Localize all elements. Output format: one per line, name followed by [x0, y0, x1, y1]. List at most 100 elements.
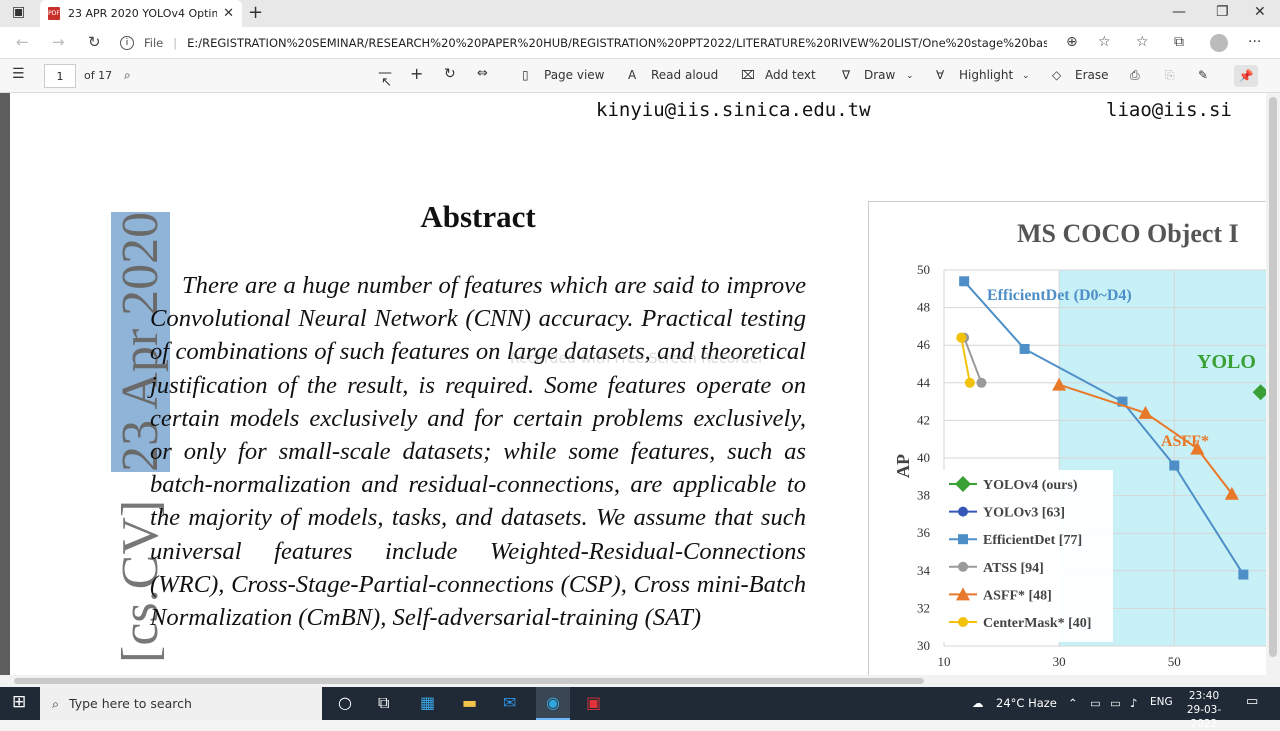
data-point — [956, 332, 967, 343]
minimize-icon[interactable]: — — [1172, 4, 1186, 20]
pin-toolbar-icon[interactable]: 📌 — [1234, 65, 1258, 87]
save-icon[interactable]: ⎘ — [1165, 68, 1175, 83]
ap-chart: MS COCO Object I AP 30 32 34 36 38 40 42 44 46 48 50… — [893, 219, 1266, 669]
highlight-button[interactable]: Highlight — [959, 68, 1013, 82]
tray-chevron-up-icon[interactable]: ⌃ — [1068, 696, 1078, 710]
windows-start-icon[interactable]: ⊞ — [12, 692, 26, 712]
page-number-input[interactable]: 1 — [44, 64, 76, 88]
draw-button[interactable]: Draw — [864, 68, 895, 82]
chart-title: MS COCO Object I — [1017, 219, 1239, 248]
draw-icon: ∇ — [842, 68, 851, 82]
volume-icon[interactable]: ♪ — [1130, 696, 1137, 710]
url-separator: | — [173, 36, 178, 50]
mail-icon[interactable]: ✉ — [503, 693, 516, 712]
back-icon[interactable]: ← — [16, 33, 29, 51]
favorites-icon[interactable]: ☆ — [1136, 34, 1149, 50]
url-field[interactable]: i File | E:/REGISTRATION%20SEMINAR/RESEA… — [120, 31, 1120, 55]
taskbar-search[interactable]: ⌕ Type here to search — [40, 687, 322, 720]
data-point — [976, 377, 987, 388]
coco-figure: MS COCO Object I AP 30 32 34 36 38 40 42 44 46 48 50… — [868, 201, 1266, 675]
horizontal-scroll-thumb[interactable] — [14, 678, 924, 684]
data-point — [964, 377, 975, 388]
page-view-button[interactable]: Page view — [544, 68, 605, 82]
favorite-add-icon[interactable]: ☆ — [1098, 34, 1111, 50]
network-icon[interactable]: ▭ — [1090, 696, 1101, 710]
zoom-in-icon[interactable]: + — [410, 64, 423, 83]
pdf-toolbar: ☰ 1 of 17 ⌕ — + ↻ ⇔ ▯ Page view A Read a… — [0, 59, 1280, 93]
save-as-icon[interactable]: ✎ — [1198, 68, 1208, 82]
data-point — [958, 561, 968, 572]
print-icon[interactable]: ⎙ — [1130, 68, 1140, 83]
collections-icon[interactable]: ⧉ — [1174, 34, 1184, 50]
more-icon[interactable]: ··· — [1248, 34, 1261, 50]
battery-icon[interactable]: ▭ — [1110, 696, 1121, 710]
info-icon[interactable]: i — [120, 36, 134, 50]
contents-icon[interactable]: ☰ — [12, 66, 25, 82]
add-text-button[interactable]: Add text — [765, 68, 816, 82]
pdf-icon: PDF — [48, 7, 60, 20]
chart-annotation: YOLO — [1197, 351, 1256, 373]
data-point — [959, 276, 970, 287]
erase-button[interactable]: Erase — [1075, 68, 1109, 82]
forward-icon[interactable]: → — [52, 33, 65, 51]
legend-label: ATSS [94] — [983, 561, 1044, 576]
chart-annotation: ASFF* — [1161, 433, 1209, 450]
refresh-icon[interactable]: ↻ — [88, 33, 101, 51]
data-point — [1238, 569, 1249, 580]
clock[interactable]: 23:40 29-03-2022 — [1180, 689, 1228, 731]
new-tab-icon[interactable]: + — [248, 2, 263, 23]
data-point — [1019, 343, 1030, 354]
data-point — [1169, 460, 1180, 471]
store-icon[interactable]: ▦ — [420, 693, 435, 712]
search-placeholder: Type here to search — [69, 696, 192, 711]
x-tick-label: 50 — [1168, 654, 1181, 669]
legend-label: EfficientDet [77] — [983, 533, 1082, 548]
draw-chevron-down-icon[interactable]: ⌄ — [906, 71, 914, 81]
data-point — [958, 534, 968, 545]
maximize-icon[interactable]: ❐ — [1216, 4, 1229, 20]
vertical-scroll-thumb[interactable] — [1269, 97, 1277, 657]
find-icon[interactable]: ⌕ — [124, 68, 131, 83]
y-axis-label: AP — [893, 454, 913, 478]
author-email-2: liao@iis.si — [1106, 99, 1232, 121]
tab-actions-icon[interactable]: ▣ — [12, 4, 25, 20]
task-view-icon[interactable]: ⧉ — [378, 693, 389, 713]
weather-text[interactable]: 24°C Haze — [996, 696, 1057, 710]
cortana-icon[interactable]: ○ — [338, 693, 352, 712]
legend-label: YOLOv3 [63] — [983, 506, 1065, 521]
pdf-viewer[interactable]: kinyiu@iis.sinica.edu.tw liao@iis.si [cs… — [0, 93, 1266, 675]
close-window-icon[interactable]: ✕ — [1254, 4, 1266, 20]
vertical-scrollbar[interactable] — [1266, 93, 1280, 675]
browser-tab[interactable]: PDF 23 APR 2020 YOLOv4 Optimal Sp ✕ — [40, 0, 242, 27]
fit-page-icon[interactable]: ⇔ — [477, 66, 488, 81]
legend-label: ASFF* [48] — [983, 588, 1052, 603]
notification-icon[interactable]: ▭ — [1246, 694, 1258, 709]
profile-avatar[interactable] — [1210, 34, 1228, 52]
tab-title: 23 APR 2020 YOLOv4 Optimal Sp — [68, 7, 218, 20]
read-aloud-button[interactable]: Read aloud — [651, 68, 718, 82]
y-tick-label: 46 — [917, 337, 931, 352]
page-total: of 17 — [84, 69, 113, 82]
close-tab-icon[interactable]: ✕ — [223, 6, 234, 21]
file-explorer-icon[interactable]: ▬ — [462, 693, 477, 712]
erase-icon: ◇ — [1052, 68, 1062, 82]
recorder-watermark: Recorded with Free Screen Recorder — [510, 351, 764, 367]
taskbar: ⊞ ⌕ Type here to search ○ ⧉ ▦ ▬ ✉ ◉ ▣ ☁ … — [0, 687, 1280, 730]
recorder-app-icon[interactable]: ▣ — [586, 693, 601, 712]
zoom-icon[interactable]: ⊕ — [1066, 34, 1078, 50]
url-text[interactable]: E:/REGISTRATION%20SEMINAR/RESEARCH%20%20… — [187, 36, 1047, 50]
y-tick-label: 38 — [917, 488, 930, 503]
horizontal-scrollbar[interactable] — [0, 675, 1280, 687]
y-tick-label: 44 — [917, 375, 931, 390]
edge-icon[interactable]: ◉ — [536, 687, 570, 720]
clock-date: 29-03-2022 — [1186, 704, 1222, 730]
legend-label: CenterMask* [40] — [983, 616, 1091, 631]
rotate-icon[interactable]: ↻ — [444, 66, 456, 82]
data-point — [958, 617, 968, 627]
highlight-chevron-down-icon[interactable]: ⌄ — [1022, 71, 1030, 81]
y-tick-label: 34 — [917, 563, 931, 578]
language-indicator[interactable]: ENG — [1150, 696, 1173, 708]
x-tick-label: 10 — [938, 654, 951, 669]
y-tick-label: 48 — [917, 300, 930, 315]
abstract-heading: Abstract — [420, 199, 536, 234]
